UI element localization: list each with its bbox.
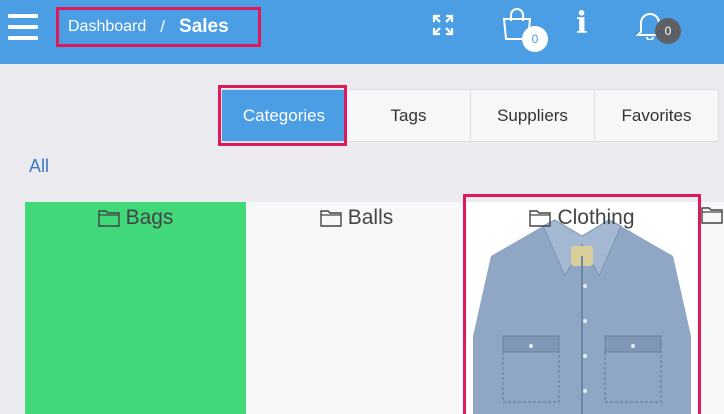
- shirt-image: [473, 219, 691, 414]
- category-card-bags[interactable]: Bags: [25, 202, 246, 414]
- breadcrumb-dashboard-link[interactable]: Dashboard: [68, 18, 146, 36]
- category-card-balls[interactable]: Balls: [246, 202, 467, 414]
- category-card-clothing[interactable]: Clothing: [467, 202, 697, 414]
- category-name: Clothing: [557, 206, 635, 229]
- expand-icon[interactable]: [431, 13, 455, 37]
- tab-suppliers[interactable]: Suppliers: [470, 90, 594, 141]
- notification-count-badge: 0: [655, 18, 681, 44]
- folder-icon: [701, 207, 723, 224]
- folder-icon: [97, 210, 120, 227]
- category-title: Balls: [246, 206, 467, 230]
- category-title: Clothing: [467, 206, 697, 230]
- category-name: Bags: [125, 206, 174, 229]
- category-title: Bags: [25, 206, 246, 230]
- tab-categories[interactable]: Categories: [222, 90, 346, 141]
- tab-favorites[interactable]: Favorites: [594, 90, 718, 141]
- breadcrumb-separator: /: [160, 17, 166, 36]
- tab-tags[interactable]: Tags: [346, 90, 470, 141]
- menu-icon[interactable]: [8, 14, 38, 42]
- category-title: [697, 206, 724, 224]
- folder-icon: [320, 210, 342, 227]
- breadcrumb-current: Sales: [179, 16, 229, 37]
- category-card-partial[interactable]: [697, 202, 724, 414]
- cart-count-badge: 0: [522, 26, 548, 52]
- category-tabs: Categories Tags Suppliers Favorites: [221, 89, 719, 142]
- all-categories-link[interactable]: All: [29, 156, 49, 177]
- top-bar: Dashboard / Sales i: [0, 0, 724, 64]
- folder-icon: [529, 210, 552, 227]
- breadcrumb: Dashboard / Sales: [56, 7, 261, 47]
- category-name: Balls: [347, 206, 394, 229]
- info-icon[interactable]: i: [576, 6, 587, 42]
